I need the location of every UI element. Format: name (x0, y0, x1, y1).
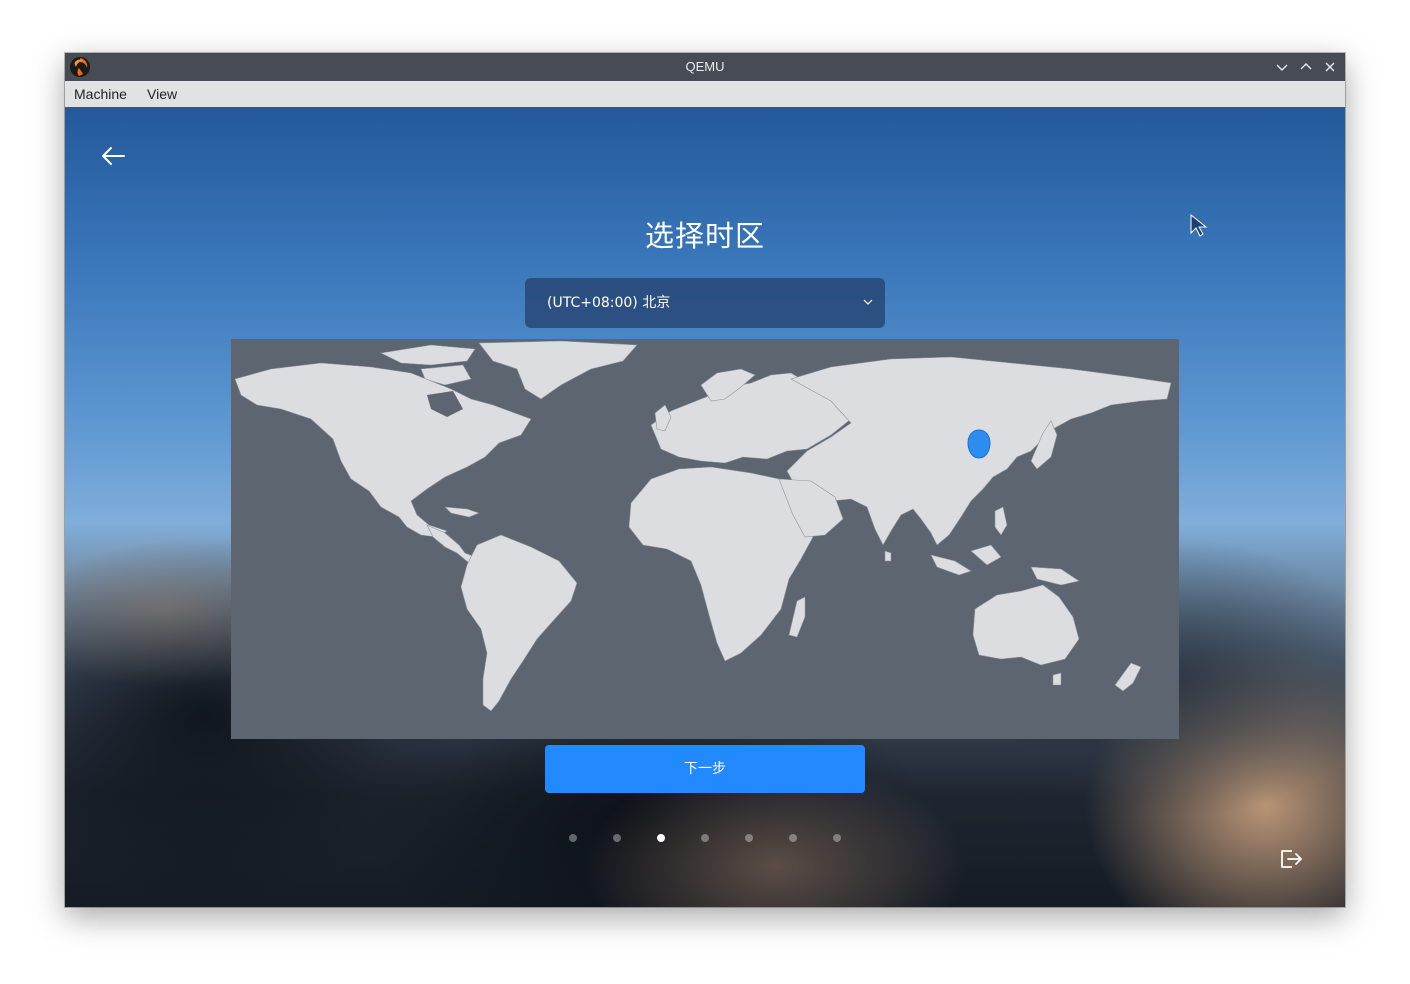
installer-screen: 选择时区 (UTC+08:00) 北京 下一步 (65, 107, 1345, 907)
qemu-window: QEMU Machine View 选择时区 (UTC+08:00) 北京 下一… (65, 53, 1345, 907)
title-bar: QEMU (65, 53, 1345, 81)
land-philippines (994, 506, 1008, 536)
land-indonesia (930, 554, 972, 576)
land-tasmania (1052, 672, 1062, 686)
land-indonesia (970, 544, 1002, 566)
minimize-icon[interactable] (1273, 58, 1291, 76)
land-australia (972, 584, 1080, 666)
menu-machine[interactable]: Machine (65, 81, 136, 107)
land-caribbean (444, 506, 480, 518)
timezone-value: (UTC+08:00) 北京 (547, 295, 671, 311)
world-map-graphic (234, 340, 1172, 712)
land-arctic-islands (380, 344, 476, 366)
step-dot (833, 834, 841, 842)
next-button[interactable]: 下一步 (545, 745, 865, 793)
land-north-america (234, 362, 532, 538)
step-dot (789, 834, 797, 842)
step-dot (701, 834, 709, 842)
land-greenland (478, 340, 638, 400)
location-pin-icon[interactable] (967, 429, 991, 459)
maximize-icon[interactable] (1297, 58, 1315, 76)
menu-bar: Machine View (65, 81, 1345, 108)
exit-icon[interactable] (1278, 846, 1304, 872)
land-new-guinea (1030, 566, 1080, 586)
land-south-america (460, 534, 578, 712)
chevron-down-icon (863, 299, 873, 305)
land-sri-lanka (884, 550, 892, 562)
menu-view[interactable]: View (138, 81, 186, 107)
page-title: 选择时区 (644, 219, 765, 253)
land-madagascar (788, 596, 806, 638)
step-dot (613, 834, 621, 842)
window-title: QEMU (685, 59, 725, 74)
mouse-cursor-icon (1190, 213, 1208, 237)
timezone-select[interactable]: (UTC+08:00) 北京 (525, 278, 885, 328)
step-indicator (65, 834, 1345, 844)
arrow-left-icon[interactable] (99, 142, 127, 170)
step-dot (569, 834, 577, 842)
step-dot-active (657, 834, 665, 842)
close-icon[interactable] (1321, 58, 1339, 76)
land-new-zealand (1114, 662, 1142, 692)
step-dot (745, 834, 753, 842)
world-map[interactable] (231, 339, 1179, 739)
